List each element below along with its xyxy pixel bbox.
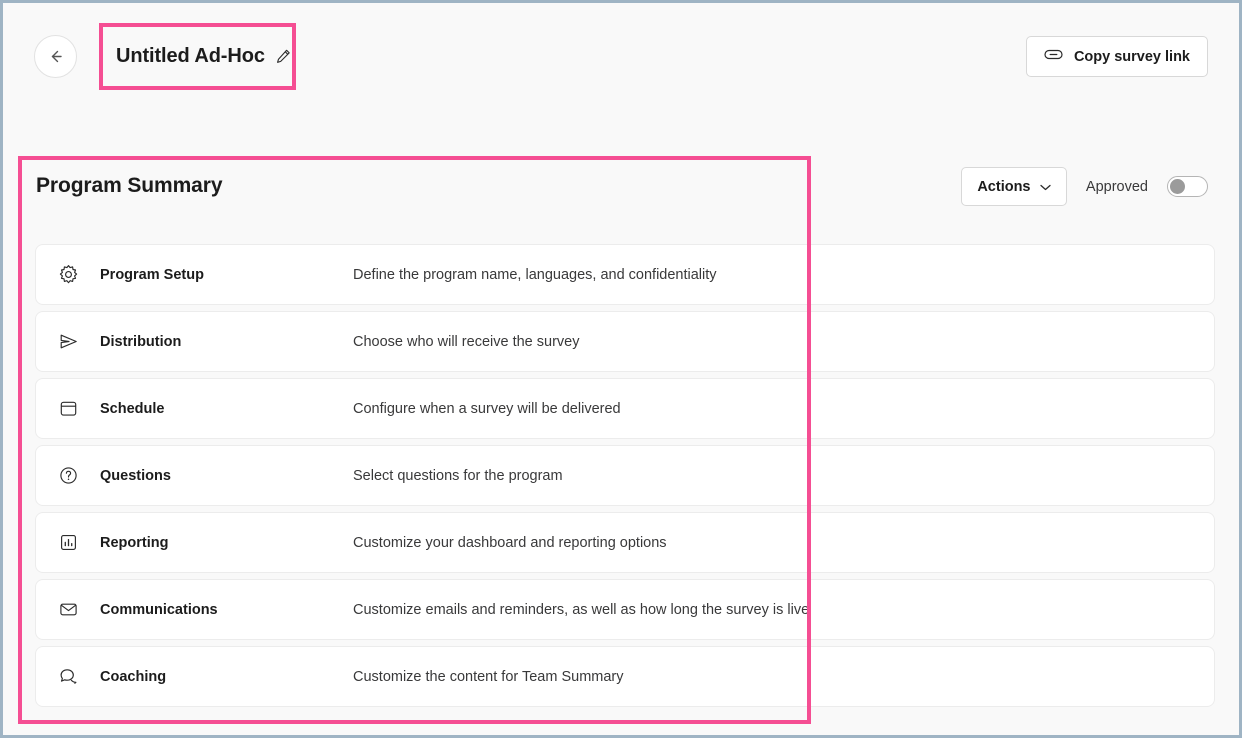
list-item-description: Customize your dashboard and reporting o… bbox=[353, 534, 667, 551]
toggle-knob bbox=[1170, 179, 1185, 194]
list-item[interactable]: Communications Customize emails and remi… bbox=[35, 579, 1215, 640]
program-summary-list: Program Setup Define the program name, l… bbox=[35, 244, 1215, 707]
summary-controls: Actions Approved bbox=[960, 167, 1208, 206]
chevron-down-icon bbox=[1039, 178, 1051, 196]
list-item-description: Define the program name, languages, and … bbox=[353, 266, 717, 283]
page-header: Untitled Ad-Hoc Copy survey link bbox=[3, 3, 1239, 110]
actions-label: Actions bbox=[977, 178, 1031, 195]
list-item-label: Questions bbox=[100, 467, 171, 484]
send-icon bbox=[36, 331, 100, 352]
chat-bubbles-icon bbox=[36, 666, 100, 687]
page-title: Untitled Ad-Hoc bbox=[116, 45, 265, 67]
approved-label: Approved bbox=[1085, 178, 1148, 195]
approved-toggle[interactable] bbox=[1167, 176, 1208, 197]
list-item-label: Coaching bbox=[100, 668, 167, 685]
actions-dropdown-button[interactable]: Actions bbox=[960, 167, 1067, 206]
list-item-label: Reporting bbox=[100, 534, 169, 551]
copy-survey-link-button[interactable]: Copy survey link bbox=[1025, 36, 1208, 77]
gear-icon bbox=[36, 264, 100, 285]
back-button[interactable] bbox=[34, 35, 77, 78]
list-item-description: Choose who will receive the survey bbox=[353, 333, 580, 350]
list-item-label: Distribution bbox=[100, 333, 182, 350]
copy-survey-link-label: Copy survey link bbox=[1073, 48, 1190, 65]
arrow-left-icon bbox=[47, 48, 64, 65]
list-item[interactable]: Schedule Configure when a survey will be… bbox=[35, 378, 1215, 439]
list-item-label: Program Setup bbox=[100, 266, 204, 283]
list-item-description: Configure when a survey will be delivere… bbox=[353, 400, 621, 417]
question-circle-icon bbox=[36, 465, 100, 486]
calendar-icon bbox=[36, 398, 100, 419]
list-item-label: Communications bbox=[100, 601, 218, 618]
section-title: Program Summary bbox=[36, 174, 223, 197]
title-annotation-box: Untitled Ad-Hoc bbox=[99, 23, 296, 90]
bar-chart-icon bbox=[36, 532, 100, 553]
list-item[interactable]: Distribution Choose who will receive the… bbox=[35, 311, 1215, 372]
list-item-description: Select questions for the program bbox=[353, 467, 563, 484]
envelope-icon bbox=[36, 599, 100, 620]
list-item-label: Schedule bbox=[100, 400, 165, 417]
list-item[interactable]: Questions Select questions for the progr… bbox=[35, 445, 1215, 506]
pencil-icon[interactable] bbox=[275, 48, 292, 65]
list-item[interactable]: Program Setup Define the program name, l… bbox=[35, 244, 1215, 305]
list-item[interactable]: Reporting Customize your dashboard and r… bbox=[35, 512, 1215, 573]
link-icon bbox=[1044, 47, 1063, 67]
list-item-description: Customize emails and reminders, as well … bbox=[353, 601, 810, 618]
list-item-description: Customize the content for Team Summary bbox=[353, 668, 624, 685]
app-window: Untitled Ad-Hoc Copy survey link Program… bbox=[0, 0, 1242, 738]
list-item[interactable]: Coaching Customize the content for Team … bbox=[35, 646, 1215, 707]
